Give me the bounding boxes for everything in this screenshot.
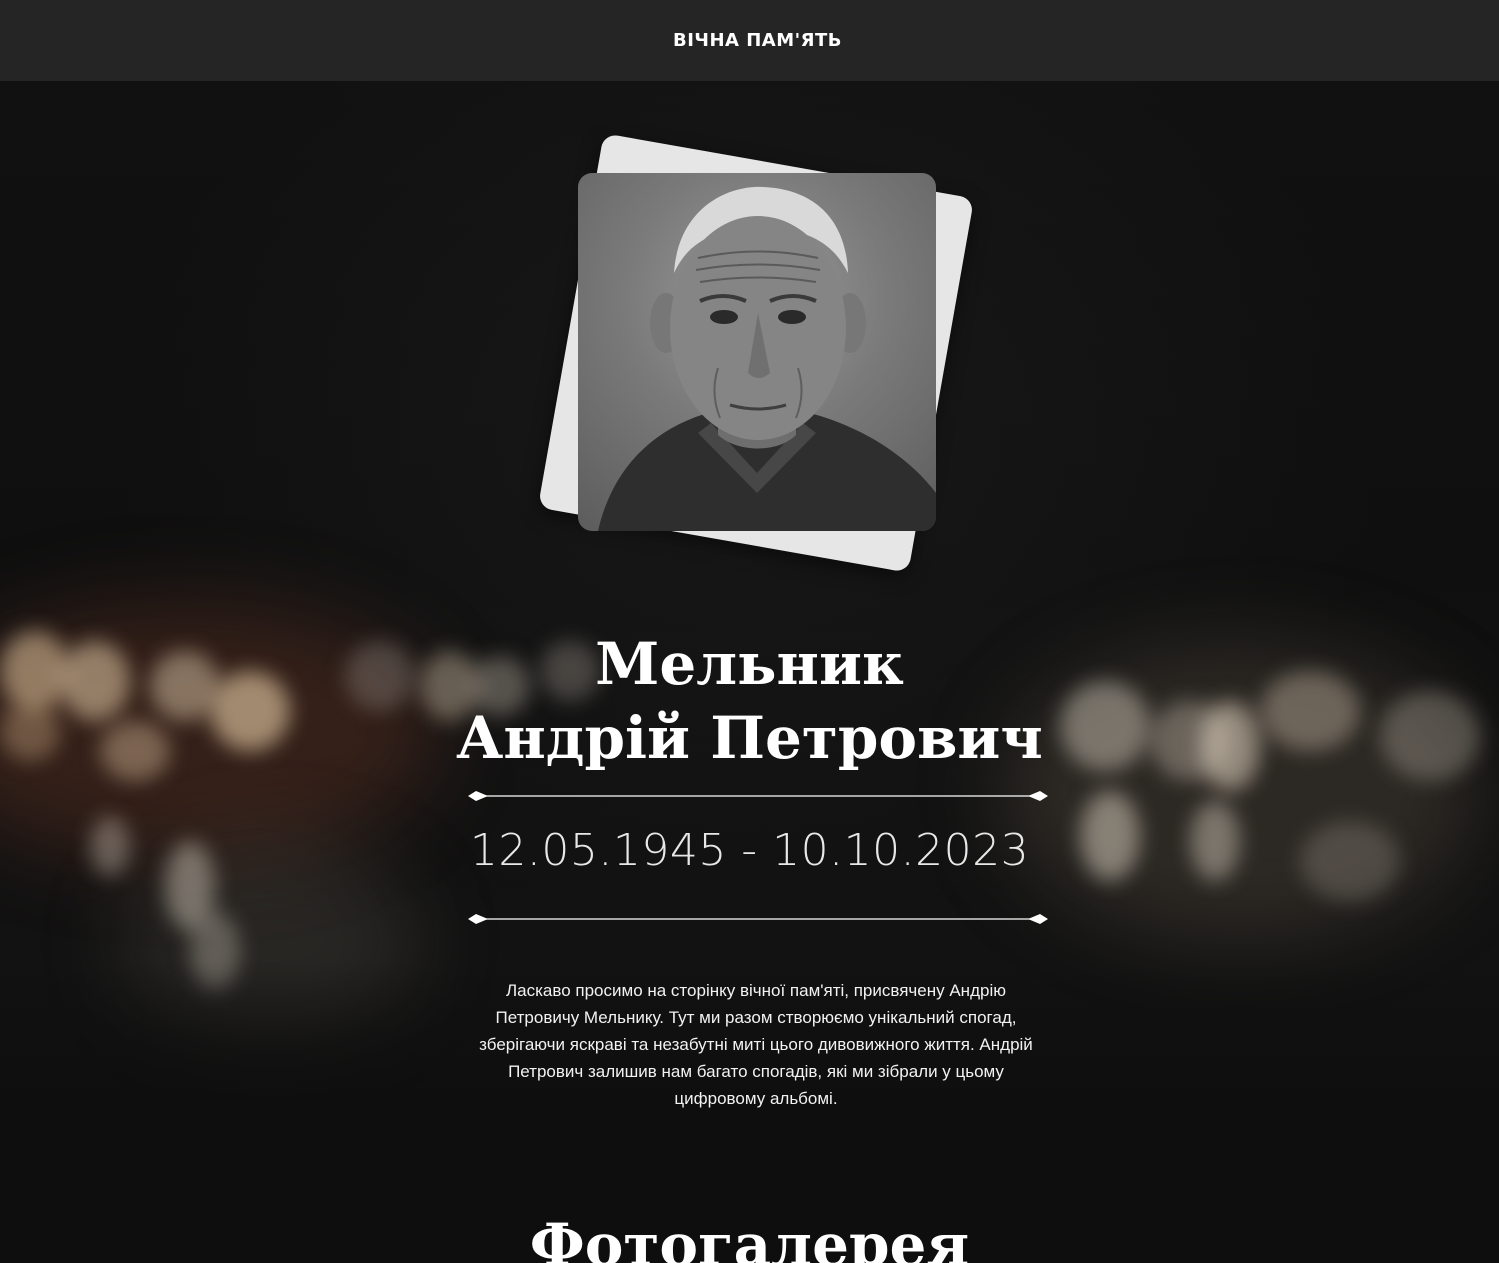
hero-section: Мельник Андрій Петрович 12.05.1945 - 10.… xyxy=(0,81,1499,1263)
ornamental-divider-bottom xyxy=(468,914,1048,924)
portrait-photo xyxy=(578,173,936,531)
site-brand-link[interactable]: ВІЧНА ПАМ'ЯТЬ xyxy=(673,30,842,51)
surname: Мельник xyxy=(595,630,904,698)
gallery-heading: Фотогалерея xyxy=(529,1211,970,1263)
intro-text: Ласкаво просимо на сторінку вічної пам'я… xyxy=(479,981,1033,1108)
ornamental-divider-top xyxy=(468,791,1048,801)
given-names: Андрій Петрович xyxy=(456,704,1043,772)
deceased-name: Мельник Андрій Петрович xyxy=(0,627,1499,775)
top-navbar: ВІЧНА ПАМ'ЯТЬ xyxy=(0,0,1499,81)
life-dates: 12.05.1945 - 10.10.2023 xyxy=(469,825,1030,876)
